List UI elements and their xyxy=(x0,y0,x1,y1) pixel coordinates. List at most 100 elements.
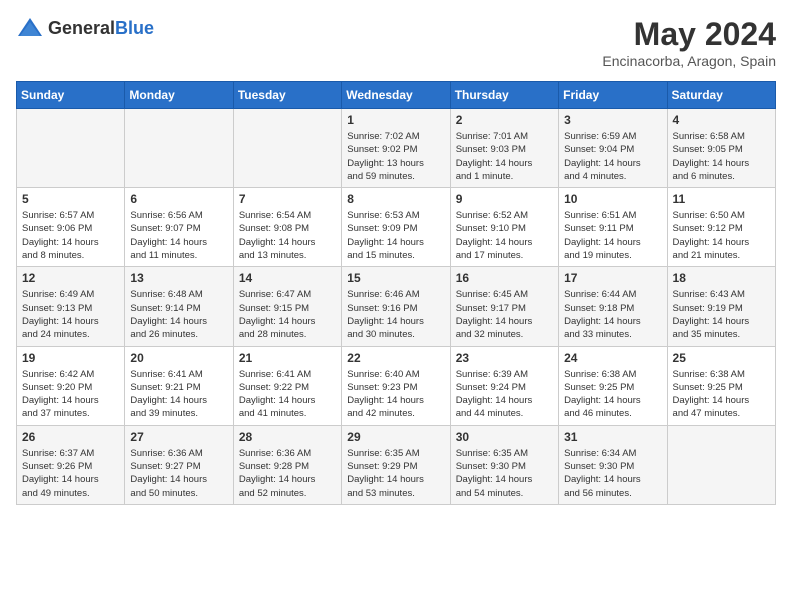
day-info: Sunrise: 6:41 AMSunset: 9:21 PMDaylight:… xyxy=(130,368,227,421)
calendar-cell: 30 Sunrise: 6:35 AMSunset: 9:30 PMDayligh… xyxy=(450,425,558,504)
day-info: Sunrise: 6:59 AMSunset: 9:04 PMDaylight:… xyxy=(564,130,661,183)
calendar-cell: 12 Sunrise: 6:49 AMSunset: 9:13 PMDayligh… xyxy=(17,267,125,346)
day-number: 23 xyxy=(456,351,553,365)
day-info: Sunrise: 6:50 AMSunset: 9:12 PMDaylight:… xyxy=(673,209,770,262)
day-number: 4 xyxy=(673,113,770,127)
calendar-cell: 7Sunrise: 6:54 AMSunset: 9:08 PMDaylight… xyxy=(233,188,341,267)
day-number: 29 xyxy=(347,430,444,444)
calendar-cell: 13 Sunrise: 6:48 AMSunset: 9:14 PMDayligh… xyxy=(125,267,233,346)
day-number: 19 xyxy=(22,351,119,365)
calendar-cell: 6 Sunrise: 6:56 AMSunset: 9:07 PMDaylight… xyxy=(125,188,233,267)
page-header: GeneralBlue May 2024 Encinacorba, Aragon… xyxy=(16,16,776,69)
calendar-cell: 22 Sunrise: 6:40 AMSunset: 9:23 PMDayligh… xyxy=(342,346,450,425)
day-info: Sunrise: 6:35 AMSunset: 9:30 PMDaylight:… xyxy=(456,447,553,500)
header-day-thursday: Thursday xyxy=(450,82,558,109)
day-number: 30 xyxy=(456,430,553,444)
day-info: Sunrise: 6:40 AMSunset: 9:23 PMDaylight:… xyxy=(347,368,444,421)
day-info: Sunrise: 6:54 AMSunset: 9:08 PMDaylight:… xyxy=(239,209,336,262)
calendar-cell: 3 Sunrise: 6:59 AMSunset: 9:04 PMDaylight… xyxy=(559,109,667,188)
calendar-cell: 15Sunrise: 6:46 AMSunset: 9:16 PMDayligh… xyxy=(342,267,450,346)
calendar-cell: 10Sunrise: 6:51 AMSunset: 9:11 PMDayligh… xyxy=(559,188,667,267)
day-info: Sunrise: 6:43 AMSunset: 9:19 PMDaylight:… xyxy=(673,288,770,341)
day-number: 28 xyxy=(239,430,336,444)
calendar-cell: 19 Sunrise: 6:42 AMSunset: 9:20 PMDayligh… xyxy=(17,346,125,425)
day-info: Sunrise: 6:48 AMSunset: 9:14 PMDaylight:… xyxy=(130,288,227,341)
calendar-cell xyxy=(125,109,233,188)
header-day-sunday: Sunday xyxy=(17,82,125,109)
day-number: 3 xyxy=(564,113,661,127)
calendar-cell: 14 Sunrise: 6:47 AMSunset: 9:15 PMDayligh… xyxy=(233,267,341,346)
day-number: 13 xyxy=(130,271,227,285)
calendar-cell: 27Sunrise: 6:36 AMSunset: 9:27 PMDayligh… xyxy=(125,425,233,504)
header-day-wednesday: Wednesday xyxy=(342,82,450,109)
day-info: Sunrise: 6:37 AMSunset: 9:26 PMDaylight:… xyxy=(22,447,119,500)
day-info: Sunrise: 6:42 AMSunset: 9:20 PMDaylight:… xyxy=(22,368,119,421)
day-number: 18 xyxy=(673,271,770,285)
calendar-cell: 28 Sunrise: 6:36 AMSunset: 9:28 PMDayligh… xyxy=(233,425,341,504)
day-info: Sunrise: 6:38 AMSunset: 9:25 PMDaylight:… xyxy=(564,368,661,421)
day-info: Sunrise: 6:36 AMSunset: 9:28 PMDaylight:… xyxy=(239,447,336,500)
day-number: 8 xyxy=(347,192,444,206)
calendar-cell: 24 Sunrise: 6:38 AMSunset: 9:25 PMDayligh… xyxy=(559,346,667,425)
calendar-cell: 21Sunrise: 6:41 AMSunset: 9:22 PMDayligh… xyxy=(233,346,341,425)
day-info: Sunrise: 6:36 AMSunset: 9:27 PMDaylight:… xyxy=(130,447,227,500)
day-number: 10 xyxy=(564,192,661,206)
day-number: 31 xyxy=(564,430,661,444)
day-number: 26 xyxy=(22,430,119,444)
day-info: Sunrise: 6:39 AMSunset: 9:24 PMDaylight:… xyxy=(456,368,553,421)
day-number: 6 xyxy=(130,192,227,206)
header-day-friday: Friday xyxy=(559,82,667,109)
calendar-cell: 1Sunrise: 7:02 AMSunset: 9:02 PMDaylight… xyxy=(342,109,450,188)
calendar-cell: 17Sunrise: 6:44 AMSunset: 9:18 PMDayligh… xyxy=(559,267,667,346)
day-number: 11 xyxy=(673,192,770,206)
calendar-cell: 9 Sunrise: 6:52 AMSunset: 9:10 PMDaylight… xyxy=(450,188,558,267)
day-number: 2 xyxy=(456,113,553,127)
week-row-5: 26 Sunrise: 6:37 AMSunset: 9:26 PMDayligh… xyxy=(17,425,776,504)
calendar-body: 1Sunrise: 7:02 AMSunset: 9:02 PMDaylight… xyxy=(17,109,776,505)
day-info: Sunrise: 6:57 AMSunset: 9:06 PMDaylight:… xyxy=(22,209,119,262)
header-row: SundayMondayTuesdayWednesdayThursdayFrid… xyxy=(17,82,776,109)
day-number: 24 xyxy=(564,351,661,365)
day-number: 9 xyxy=(456,192,553,206)
calendar-cell: 23 Sunrise: 6:39 AMSunset: 9:24 PMDayligh… xyxy=(450,346,558,425)
day-info: Sunrise: 6:44 AMSunset: 9:18 PMDaylight:… xyxy=(564,288,661,341)
calendar-cell: 11 Sunrise: 6:50 AMSunset: 9:12 PMDayligh… xyxy=(667,188,775,267)
day-number: 5 xyxy=(22,192,119,206)
day-number: 22 xyxy=(347,351,444,365)
week-row-2: 5 Sunrise: 6:57 AMSunset: 9:06 PMDaylight… xyxy=(17,188,776,267)
day-info: Sunrise: 6:46 AMSunset: 9:16 PMDaylight:… xyxy=(347,288,444,341)
logo-general: GeneralBlue xyxy=(48,18,154,39)
day-info: Sunrise: 6:34 AMSunset: 9:30 PMDaylight:… xyxy=(564,447,661,500)
calendar-cell: 26 Sunrise: 6:37 AMSunset: 9:26 PMDayligh… xyxy=(17,425,125,504)
day-info: Sunrise: 7:02 AMSunset: 9:02 PMDaylight:… xyxy=(347,130,444,183)
day-number: 21 xyxy=(239,351,336,365)
calendar-cell: 25 Sunrise: 6:38 AMSunset: 9:25 PMDayligh… xyxy=(667,346,775,425)
day-info: Sunrise: 6:35 AMSunset: 9:29 PMDaylight:… xyxy=(347,447,444,500)
calendar-cell: 16Sunrise: 6:45 AMSunset: 9:17 PMDayligh… xyxy=(450,267,558,346)
logo-icon xyxy=(16,16,44,40)
day-info: Sunrise: 6:47 AMSunset: 9:15 PMDaylight:… xyxy=(239,288,336,341)
calendar-cell: 2 Sunrise: 7:01 AMSunset: 9:03 PMDaylight… xyxy=(450,109,558,188)
calendar-cell: 29 Sunrise: 6:35 AMSunset: 9:29 PMDayligh… xyxy=(342,425,450,504)
day-number: 12 xyxy=(22,271,119,285)
calendar-cell xyxy=(233,109,341,188)
day-info: Sunrise: 6:56 AMSunset: 9:07 PMDaylight:… xyxy=(130,209,227,262)
day-info: Sunrise: 6:58 AMSunset: 9:05 PMDaylight:… xyxy=(673,130,770,183)
calendar-cell: 31 Sunrise: 6:34 AMSunset: 9:30 PMDayligh… xyxy=(559,425,667,504)
calendar-cell: 8Sunrise: 6:53 AMSunset: 9:09 PMDaylight… xyxy=(342,188,450,267)
header-day-saturday: Saturday xyxy=(667,82,775,109)
location-title: Encinacorba, Aragon, Spain xyxy=(602,53,776,69)
calendar-table: SundayMondayTuesdayWednesdayThursdayFrid… xyxy=(16,81,776,505)
day-info: Sunrise: 6:52 AMSunset: 9:10 PMDaylight:… xyxy=(456,209,553,262)
day-info: Sunrise: 7:01 AMSunset: 9:03 PMDaylight:… xyxy=(456,130,553,183)
day-number: 25 xyxy=(673,351,770,365)
week-row-4: 19 Sunrise: 6:42 AMSunset: 9:20 PMDayligh… xyxy=(17,346,776,425)
day-info: Sunrise: 6:38 AMSunset: 9:25 PMDaylight:… xyxy=(673,368,770,421)
month-title: May 2024 xyxy=(602,16,776,53)
calendar-cell xyxy=(17,109,125,188)
day-info: Sunrise: 6:45 AMSunset: 9:17 PMDaylight:… xyxy=(456,288,553,341)
day-info: Sunrise: 6:49 AMSunset: 9:13 PMDaylight:… xyxy=(22,288,119,341)
title-block: May 2024 Encinacorba, Aragon, Spain xyxy=(602,16,776,69)
day-number: 14 xyxy=(239,271,336,285)
calendar-cell: 18 Sunrise: 6:43 AMSunset: 9:19 PMDayligh… xyxy=(667,267,775,346)
